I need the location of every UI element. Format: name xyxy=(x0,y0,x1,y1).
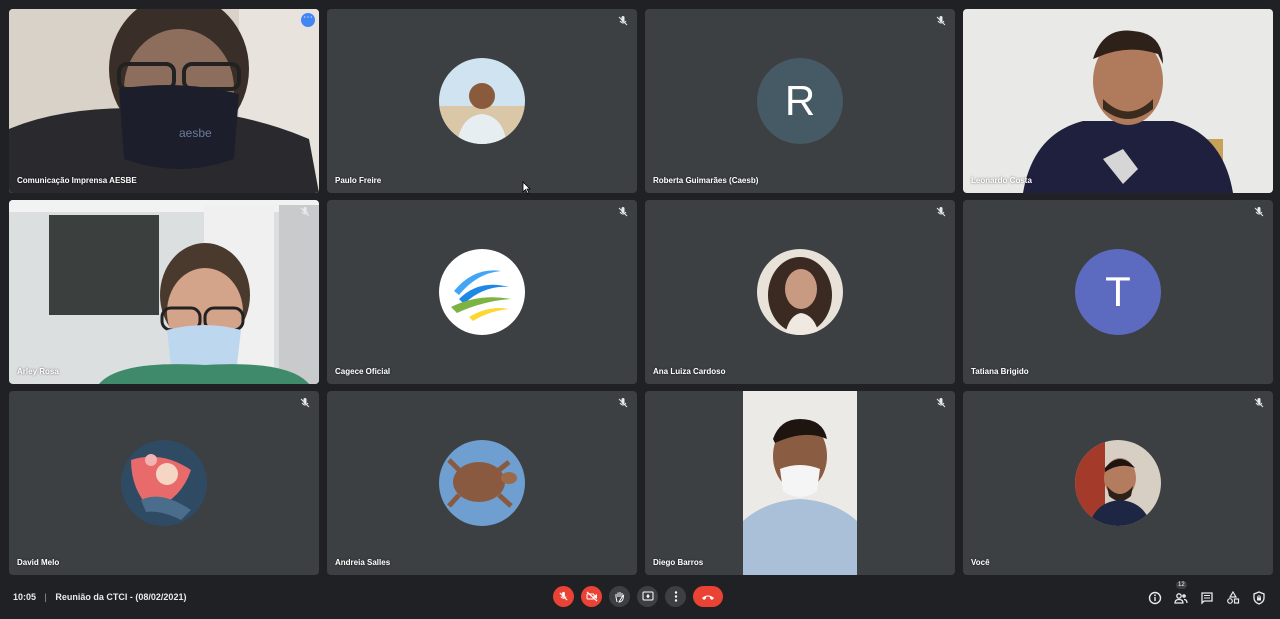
more-options-icon[interactable]: ⋯ xyxy=(301,13,315,27)
mic-off-icon xyxy=(618,207,628,217)
participant-video xyxy=(645,391,955,575)
participant-name: Leonardo Costa xyxy=(971,176,1032,185)
participant-name: David Melo xyxy=(17,558,60,567)
avatar xyxy=(439,440,525,526)
activities-icon xyxy=(1227,590,1240,604)
people-button[interactable]: 12 xyxy=(1174,581,1188,605)
participant-name: Arley Rosa xyxy=(17,367,59,376)
more-vertical-icon xyxy=(674,591,677,602)
svg-text:aesbe: aesbe xyxy=(179,126,212,140)
participant-tile-roberta[interactable]: R Roberta Guimarães (Caesb) xyxy=(645,9,955,193)
host-controls-button[interactable] xyxy=(1252,591,1266,605)
meeting-title[interactable]: Reunião da CTCI - (08/02/2021) xyxy=(55,592,186,602)
mic-off-icon xyxy=(1254,207,1264,217)
meeting-info: 10:05 | Reunião da CTCI - (08/02/2021) xyxy=(13,592,186,602)
avatar xyxy=(121,440,207,526)
mic-off-icon xyxy=(559,591,568,601)
call-controls xyxy=(553,586,723,610)
camera-toggle-button[interactable] xyxy=(581,586,602,607)
participant-name: Andreia Salles xyxy=(335,558,391,567)
participant-tile-ana-luiza[interactable]: Ana Luiza Cardoso xyxy=(645,200,955,384)
raise-hand-button[interactable] xyxy=(609,586,630,607)
meeting-time: 10:05 xyxy=(13,592,37,602)
microphone-toggle-button[interactable] xyxy=(553,586,574,607)
participant-video xyxy=(963,9,1273,193)
mic-off-icon xyxy=(300,398,310,408)
participant-tile-david[interactable]: David Melo xyxy=(9,391,319,575)
participant-tile-comunicacao[interactable]: aesbe ⋯ Comunicação Imprensa AESBE xyxy=(9,9,319,193)
participant-name: Comunicação Imprensa AESBE xyxy=(17,176,137,185)
present-screen-button[interactable] xyxy=(637,586,658,607)
bottom-bar: 10:05 | Reunião da CTCI - (08/02/2021) 1… xyxy=(0,581,1280,619)
participant-name: Cagece Oficial xyxy=(335,367,391,376)
right-toolbar: 12 xyxy=(1148,581,1266,605)
participant-tile-arley[interactable]: Arley Rosa xyxy=(9,200,319,384)
participant-name: Roberta Guimarães (Caesb) xyxy=(653,176,759,185)
participant-grid: aesbe ⋯ Comunicação Imprensa AESBE Paulo… xyxy=(9,9,1273,576)
mic-off-icon xyxy=(1254,398,1264,408)
mic-off-icon xyxy=(618,398,628,408)
avatar: R xyxy=(757,58,843,144)
participant-video: aesbe xyxy=(9,9,319,193)
chat-icon xyxy=(1201,592,1213,605)
info-icon xyxy=(1148,591,1162,605)
present-icon xyxy=(642,591,653,601)
participant-tile-self[interactable]: Você xyxy=(963,391,1273,575)
more-options-button[interactable] xyxy=(665,586,686,607)
mic-off-icon xyxy=(936,16,946,26)
cagece-logo-icon xyxy=(439,249,525,335)
participant-video xyxy=(9,200,319,384)
mic-off-icon xyxy=(936,207,946,217)
mic-off-icon xyxy=(300,207,310,217)
people-count-badge: 12 xyxy=(1176,581,1187,589)
participant-name: Tatiana Brigido xyxy=(971,367,1029,376)
participant-tile-tatiana[interactable]: T Tatiana Brigido xyxy=(963,200,1273,384)
avatar xyxy=(439,58,525,144)
participant-name: Ana Luiza Cardoso xyxy=(653,367,726,376)
camera-off-icon xyxy=(586,591,597,602)
hand-icon xyxy=(615,591,625,603)
avatar: T xyxy=(1075,249,1161,335)
meeting-separator: | xyxy=(44,592,47,602)
hang-up-icon xyxy=(702,595,714,600)
participant-tile-diego[interactable]: Diego Barros xyxy=(645,391,955,575)
leave-call-button[interactable] xyxy=(693,586,723,607)
participant-name: Você xyxy=(971,558,990,567)
participant-tile-leonardo[interactable]: Leonardo Costa xyxy=(963,9,1273,193)
people-icon xyxy=(1174,593,1188,604)
participant-name: Paulo Freire xyxy=(335,176,382,185)
participant-name: Diego Barros xyxy=(653,558,704,567)
participant-tile-cagece[interactable]: Cagece Oficial xyxy=(327,200,637,384)
mouse-cursor-icon xyxy=(522,181,531,194)
activities-button[interactable] xyxy=(1226,590,1240,605)
mic-off-icon xyxy=(618,16,628,26)
participant-tile-paulo-freire[interactable]: Paulo Freire xyxy=(327,9,637,193)
chat-button[interactable] xyxy=(1200,591,1214,605)
shield-lock-icon xyxy=(1253,591,1265,605)
avatar xyxy=(757,249,843,335)
participant-tile-andreia[interactable]: Andreia Salles xyxy=(327,391,637,575)
meeting-details-button[interactable] xyxy=(1148,591,1162,605)
mic-off-icon xyxy=(936,398,946,408)
avatar xyxy=(1075,440,1161,526)
